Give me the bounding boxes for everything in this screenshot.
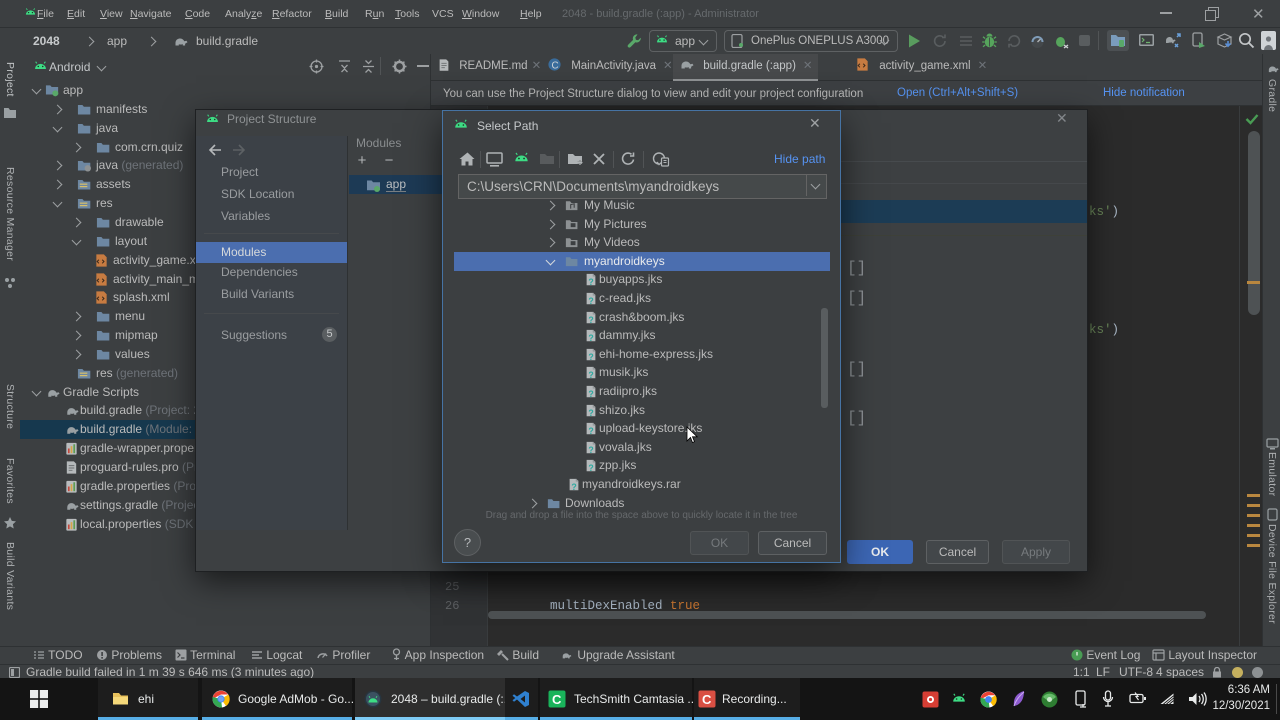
svg-text:C: C bbox=[552, 692, 562, 707]
svg-text:C: C bbox=[702, 692, 712, 707]
